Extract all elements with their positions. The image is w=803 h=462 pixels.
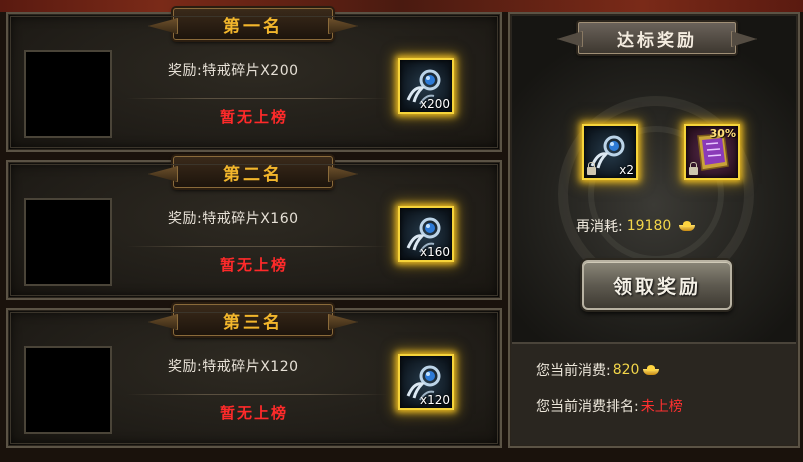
rank-panel-1: 第一名 奖励:特戒碎片X200 暂无上榜 x200 bbox=[6, 8, 502, 152]
claim-reward-button[interactable]: 领取奖励 bbox=[582, 260, 732, 310]
panel-title: 达标奖励 bbox=[617, 30, 697, 51]
player-avatar-slot bbox=[24, 198, 112, 286]
item-count: x120 bbox=[419, 393, 450, 407]
threshold-reward-panel: 达标奖励 x2 30% 再消耗: 19180 领取奖励 您当前消费: 820 您… bbox=[508, 12, 800, 448]
top-decor-strip bbox=[0, 0, 803, 12]
threshold-item-slot-1[interactable]: x2 bbox=[582, 124, 638, 180]
rank-status: 暂无上榜 bbox=[220, 256, 289, 274]
rank-title: 第二名 bbox=[223, 164, 283, 185]
player-avatar-slot bbox=[24, 50, 112, 138]
rank-title-banner: 第一名 bbox=[173, 8, 333, 40]
rank-title: 第一名 bbox=[223, 16, 283, 37]
lock-icon bbox=[689, 162, 698, 175]
reward-text: 奖励:特戒碎片X200 bbox=[168, 63, 299, 79]
reconsume-info: 再消耗: 19180 bbox=[576, 216, 696, 236]
divider bbox=[126, 246, 388, 247]
current-rank-label: 您当前消费排名: bbox=[536, 399, 639, 415]
gold-ingot-icon bbox=[643, 365, 660, 375]
rank-status: 暂无上榜 bbox=[220, 404, 289, 422]
divider bbox=[126, 394, 388, 395]
current-rank-info: 您当前消费排名: 未上榜 bbox=[536, 396, 683, 416]
reconsume-value: 19180 bbox=[626, 218, 672, 234]
reward-text: 奖励:特戒碎片X120 bbox=[168, 359, 299, 375]
panel-title-banner: 达标奖励 bbox=[578, 22, 736, 54]
gold-ingot-icon bbox=[679, 221, 696, 231]
reward-text: 奖励:特戒碎片X160 bbox=[168, 211, 299, 227]
rank-panel-3: 第三名 奖励:特戒碎片X120 暂无上榜 x120 bbox=[6, 304, 502, 448]
divider bbox=[126, 98, 388, 99]
divider bbox=[512, 342, 796, 344]
reward-item-slot[interactable]: x120 bbox=[398, 354, 454, 410]
threshold-item-slot-2[interactable]: 30% bbox=[684, 124, 740, 180]
rank-title-banner: 第三名 bbox=[173, 304, 333, 336]
rank-title: 第三名 bbox=[223, 312, 283, 333]
rank-title-banner: 第二名 bbox=[173, 156, 333, 188]
current-spend-value: 820 bbox=[612, 362, 640, 378]
reconsume-label: 再消耗: bbox=[576, 219, 623, 235]
lock-icon bbox=[587, 162, 596, 175]
item-count: x200 bbox=[419, 97, 450, 111]
item-count: x160 bbox=[419, 245, 450, 259]
current-spend-info: 您当前消费: 820 bbox=[536, 360, 660, 380]
current-spend-label: 您当前消费: bbox=[536, 363, 611, 379]
reward-item-slot[interactable]: x200 bbox=[398, 58, 454, 114]
reward-item-slot[interactable]: x160 bbox=[398, 206, 454, 262]
player-avatar-slot bbox=[24, 346, 112, 434]
item-count: x2 bbox=[619, 163, 634, 177]
current-rank-value: 未上榜 bbox=[640, 399, 683, 415]
rank-status: 暂无上榜 bbox=[220, 108, 289, 126]
rank-panel-2: 第二名 奖励:特戒碎片X160 暂无上榜 x160 bbox=[6, 156, 502, 300]
reward-display-area: 达标奖励 x2 30% 再消耗: 19180 领取奖励 bbox=[512, 16, 796, 342]
percent-badge: 30% bbox=[709, 127, 736, 140]
